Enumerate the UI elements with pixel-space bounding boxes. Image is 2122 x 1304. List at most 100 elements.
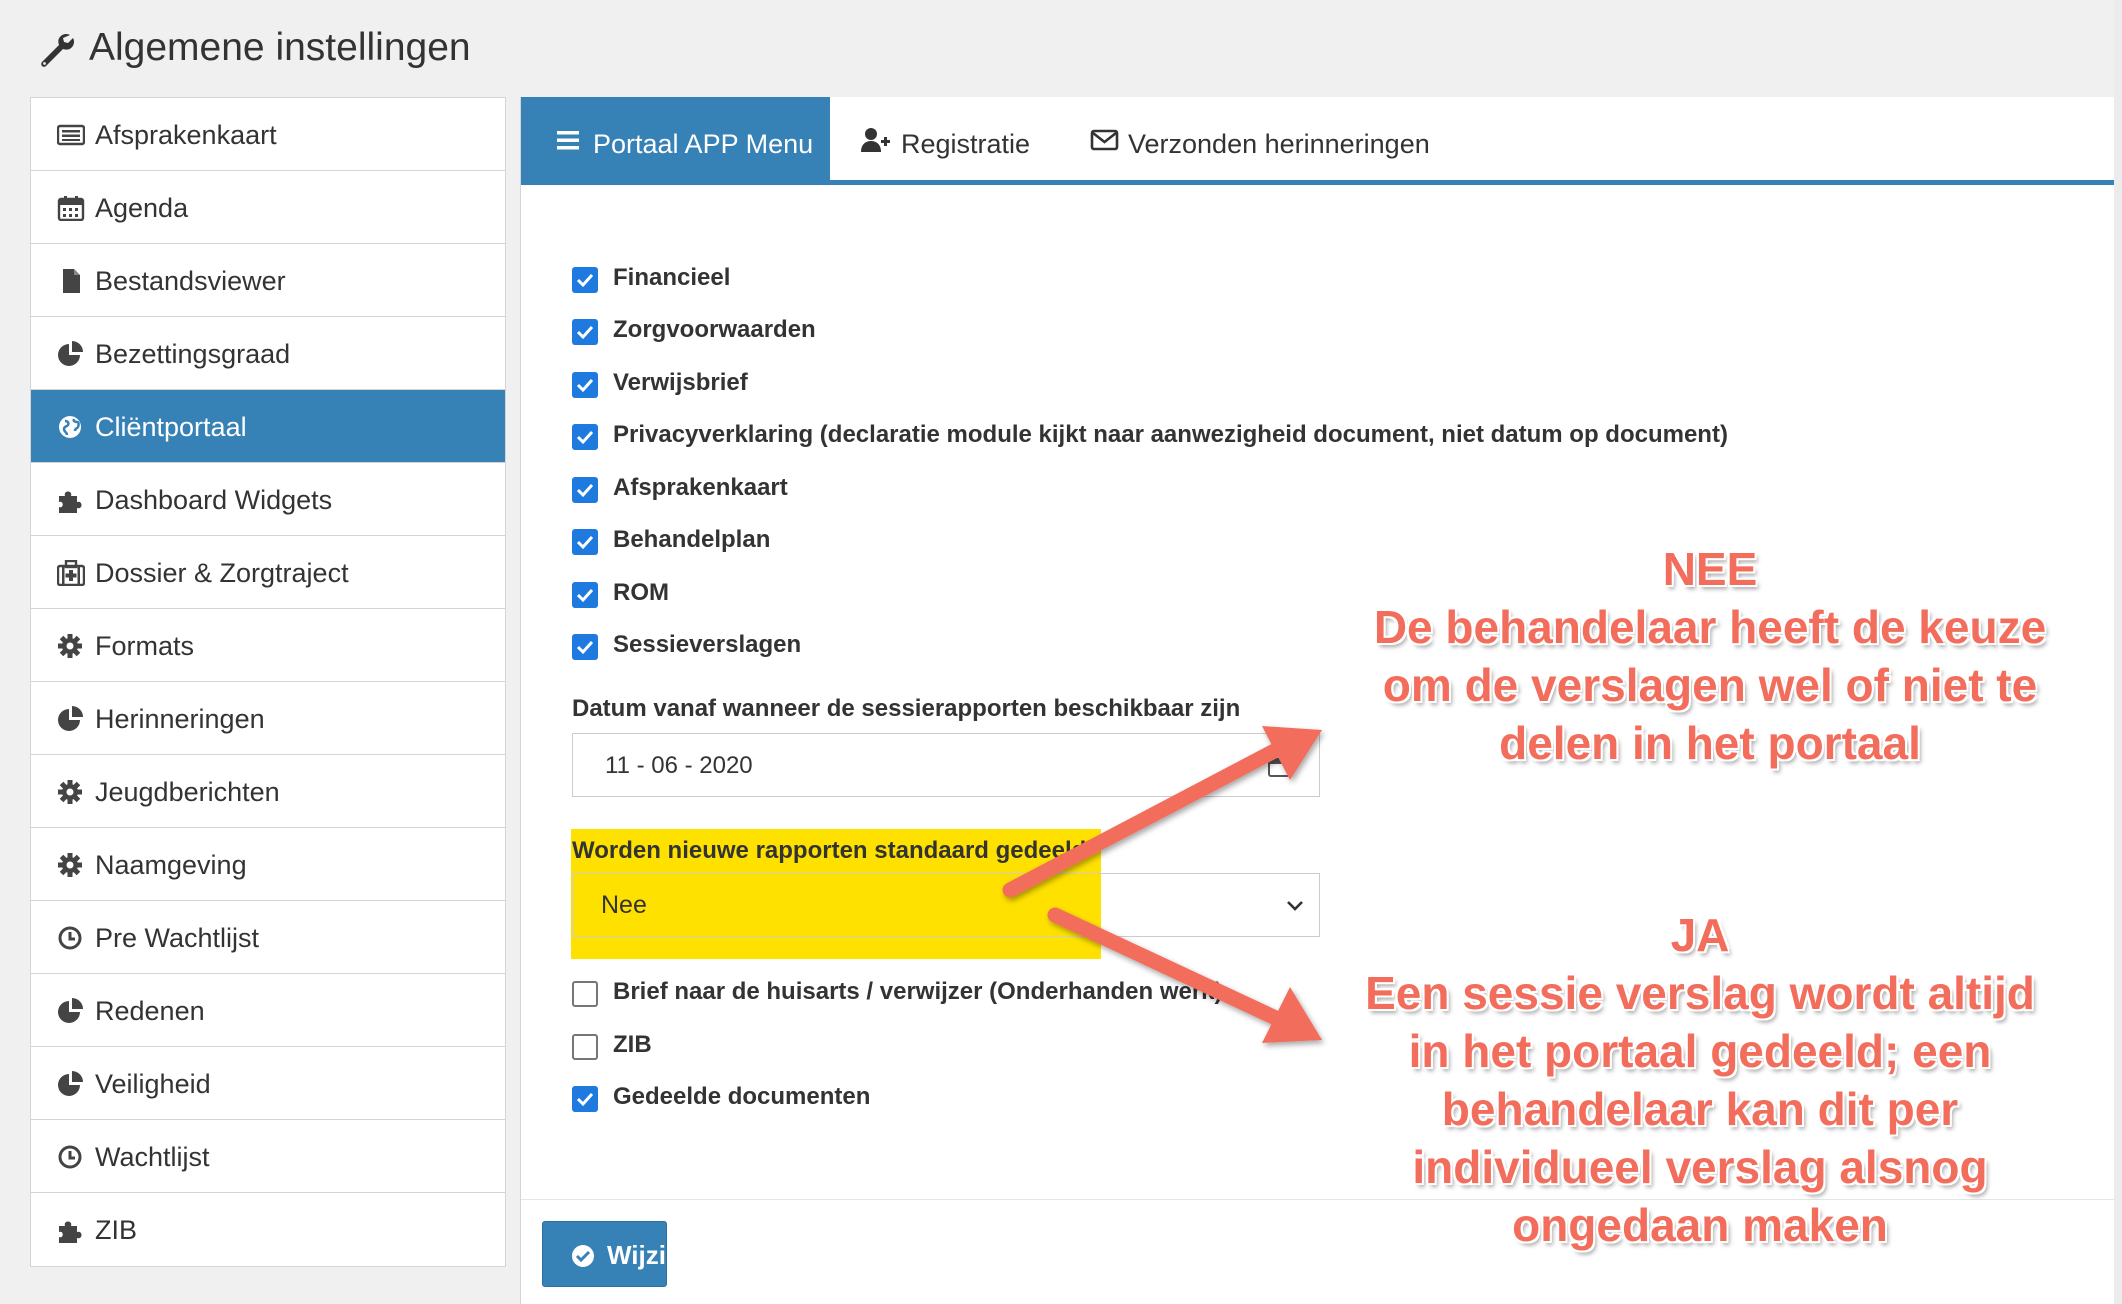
check-icon <box>576 483 594 498</box>
checkbox-label: Verwijsbrief <box>613 369 748 396</box>
pie-chart-icon <box>58 706 83 731</box>
checkbox-checked[interactable] <box>572 372 598 398</box>
tab-verzonden-herinneringen[interactable]: Verzonden herinneringen <box>1090 97 1450 185</box>
sidebar-item-redenen[interactable]: Redenen <box>31 974 505 1047</box>
sidebar-item-bestandsviewer[interactable]: Bestandsviewer <box>31 244 505 317</box>
sidebar-item-label: Dashboard Widgets <box>95 485 333 515</box>
sidebar-item-label: ZIB <box>95 1215 138 1245</box>
checkbox-unchecked[interactable] <box>572 981 598 1007</box>
save-button[interactable]: Wijzig <box>542 1221 682 1287</box>
page-title: Algemene instellingen <box>89 26 471 69</box>
wrench-icon <box>41 33 75 67</box>
file-icon <box>63 269 80 293</box>
sidebar-item-bezettingsgraad[interactable]: Bezettingsgraad <box>31 317 505 390</box>
tab-label: Registratie <box>901 129 1031 159</box>
puzzle-icon <box>59 491 82 513</box>
share-field-label: Worden nieuwe rapporten standaard gedeel… <box>572 837 1087 864</box>
checkbox-checked[interactable] <box>572 424 598 450</box>
sidebar-item-label: Formats <box>95 631 195 661</box>
share-default-select[interactable]: Nee <box>572 873 1320 937</box>
annotation-line: individueel verslag alsnog <box>1412 1141 1988 1193</box>
page-header: Algemene instellingen <box>0 0 2122 97</box>
checkbox-checked[interactable] <box>572 582 598 608</box>
sidebar-item-jeugdberichten[interactable]: Jeugdberichten <box>31 755 505 828</box>
checkbox-checked[interactable] <box>572 529 598 555</box>
calendar-picker-icon[interactable] <box>1267 754 1291 778</box>
tab-registratie[interactable]: Registratie <box>861 97 1061 185</box>
gear-icon <box>58 780 82 804</box>
check-icon <box>576 640 594 655</box>
annotation-line: NEE <box>1662 543 1758 595</box>
sidebar-item-zib[interactable]: ZIB <box>31 1193 505 1266</box>
tab-label: Portaal APP Menu <box>593 129 814 159</box>
annotation-line: Een sessie verslag wordt altijd <box>1365 967 2035 1019</box>
clock-icon <box>58 926 82 950</box>
pie-chart-icon <box>58 341 83 366</box>
save-button-label: Wijzig <box>607 1240 682 1270</box>
checkbox-label: Zorgvoorwaarden <box>613 316 816 343</box>
sidebar-item-label: Jeugdberichten <box>95 777 280 807</box>
checkbox-checked[interactable] <box>572 319 598 345</box>
sidebar-item-formats[interactable]: Formats <box>31 609 505 682</box>
annotation-line: om de verslagen wel of niet te <box>1382 659 2038 711</box>
annotation-line: ongedaan maken <box>1512 1199 1888 1251</box>
settings-sidebar: Afsprakenkaart Agenda Bestandsviewer Bez… <box>30 97 506 1267</box>
checkbox-label: ZIB <box>613 1031 652 1058</box>
checkbox-checked[interactable] <box>572 477 598 503</box>
sidebar-item-wachtlijst[interactable]: Wachtlijst <box>31 1120 505 1193</box>
user-plus-icon <box>861 128 890 152</box>
annotation-line: De behandelaar heeft de keuze <box>1373 601 2047 653</box>
date-input[interactable]: 11 - 06 - 2020 <box>572 733 1320 797</box>
chevron-down-icon <box>1287 901 1303 911</box>
sidebar-item-herinneringen[interactable]: Herinneringen <box>31 682 505 755</box>
sidebar-item-agenda[interactable]: Agenda <box>31 171 505 244</box>
gear-icon <box>58 853 82 877</box>
pie-chart-icon <box>58 1071 83 1096</box>
checkbox-label: Financieel <box>613 264 731 291</box>
sidebar-item-label: Bezettingsgraad <box>95 339 291 369</box>
checkbox-label: ROM <box>613 579 669 606</box>
sidebar-item-naamgeving[interactable]: Naamgeving <box>31 828 505 901</box>
select-value: Nee <box>601 891 647 919</box>
sidebar-item-pre-wachtlijst[interactable]: Pre Wachtlijst <box>31 901 505 974</box>
check-icon <box>576 378 594 393</box>
sidebar-item-label: Wachtlijst <box>95 1142 210 1172</box>
tab-label: Verzonden herinneringen <box>1128 129 1430 159</box>
sidebar-item-dashboard-widgets[interactable]: Dashboard Widgets <box>31 463 505 536</box>
checkbox-checked[interactable] <box>572 1086 598 1112</box>
sidebar-item-clientportaal[interactable]: Cliëntportaal <box>31 390 505 463</box>
list-card-icon <box>57 124 85 146</box>
sidebar-item-label: Naamgeving <box>95 850 247 880</box>
checkbox-checked[interactable] <box>572 634 598 660</box>
scrollbar[interactable] <box>2114 0 2122 1304</box>
checkbox-label: Behandelplan <box>613 526 771 553</box>
sidebar-item-dossier-zorgtraject[interactable]: Dossier & Zorgtraject <box>31 536 505 609</box>
checkbox-label: Gedeelde documenten <box>613 1083 871 1110</box>
sidebar-item-label: Pre Wachtlijst <box>95 923 260 953</box>
tab-bar: Portaal APP Menu Registratie Verzonden h… <box>521 97 2122 185</box>
check-icon <box>576 588 594 603</box>
checkbox-checked[interactable] <box>572 267 598 293</box>
check-icon <box>576 1092 594 1107</box>
sidebar-item-label: Cliëntportaal <box>95 412 247 442</box>
annotation-line: JA <box>1670 909 1730 961</box>
sidebar-item-label: Afsprakenkaart <box>95 120 277 150</box>
sidebar-item-afsprakenkaart[interactable]: Afsprakenkaart <box>31 98 505 171</box>
annotation-line: delen in het portaal <box>1499 717 1921 769</box>
gear-icon <box>58 634 82 658</box>
bars-icon <box>557 131 579 150</box>
check-circle-icon <box>572 1245 594 1267</box>
sidebar-item-label: Bestandsviewer <box>95 266 286 296</box>
check-icon <box>576 430 594 445</box>
checkbox-label: Afsprakenkaart <box>613 474 788 501</box>
tab-portaal-app-menu[interactable]: Portaal APP Menu <box>521 97 830 185</box>
checkbox-label: Privacyverklaring (declaratie module kij… <box>613 421 1728 448</box>
check-icon <box>576 325 594 340</box>
envelope-icon <box>1090 129 1119 151</box>
check-icon <box>576 535 594 550</box>
checkbox-label: Brief naar de huisarts / verwijzer (Onde… <box>613 978 1223 1005</box>
sidebar-item-veiligheid[interactable]: Veiligheid <box>31 1047 505 1120</box>
sidebar-item-label: Redenen <box>95 996 205 1026</box>
checkbox-unchecked[interactable] <box>572 1034 598 1060</box>
globe-icon <box>59 416 81 438</box>
